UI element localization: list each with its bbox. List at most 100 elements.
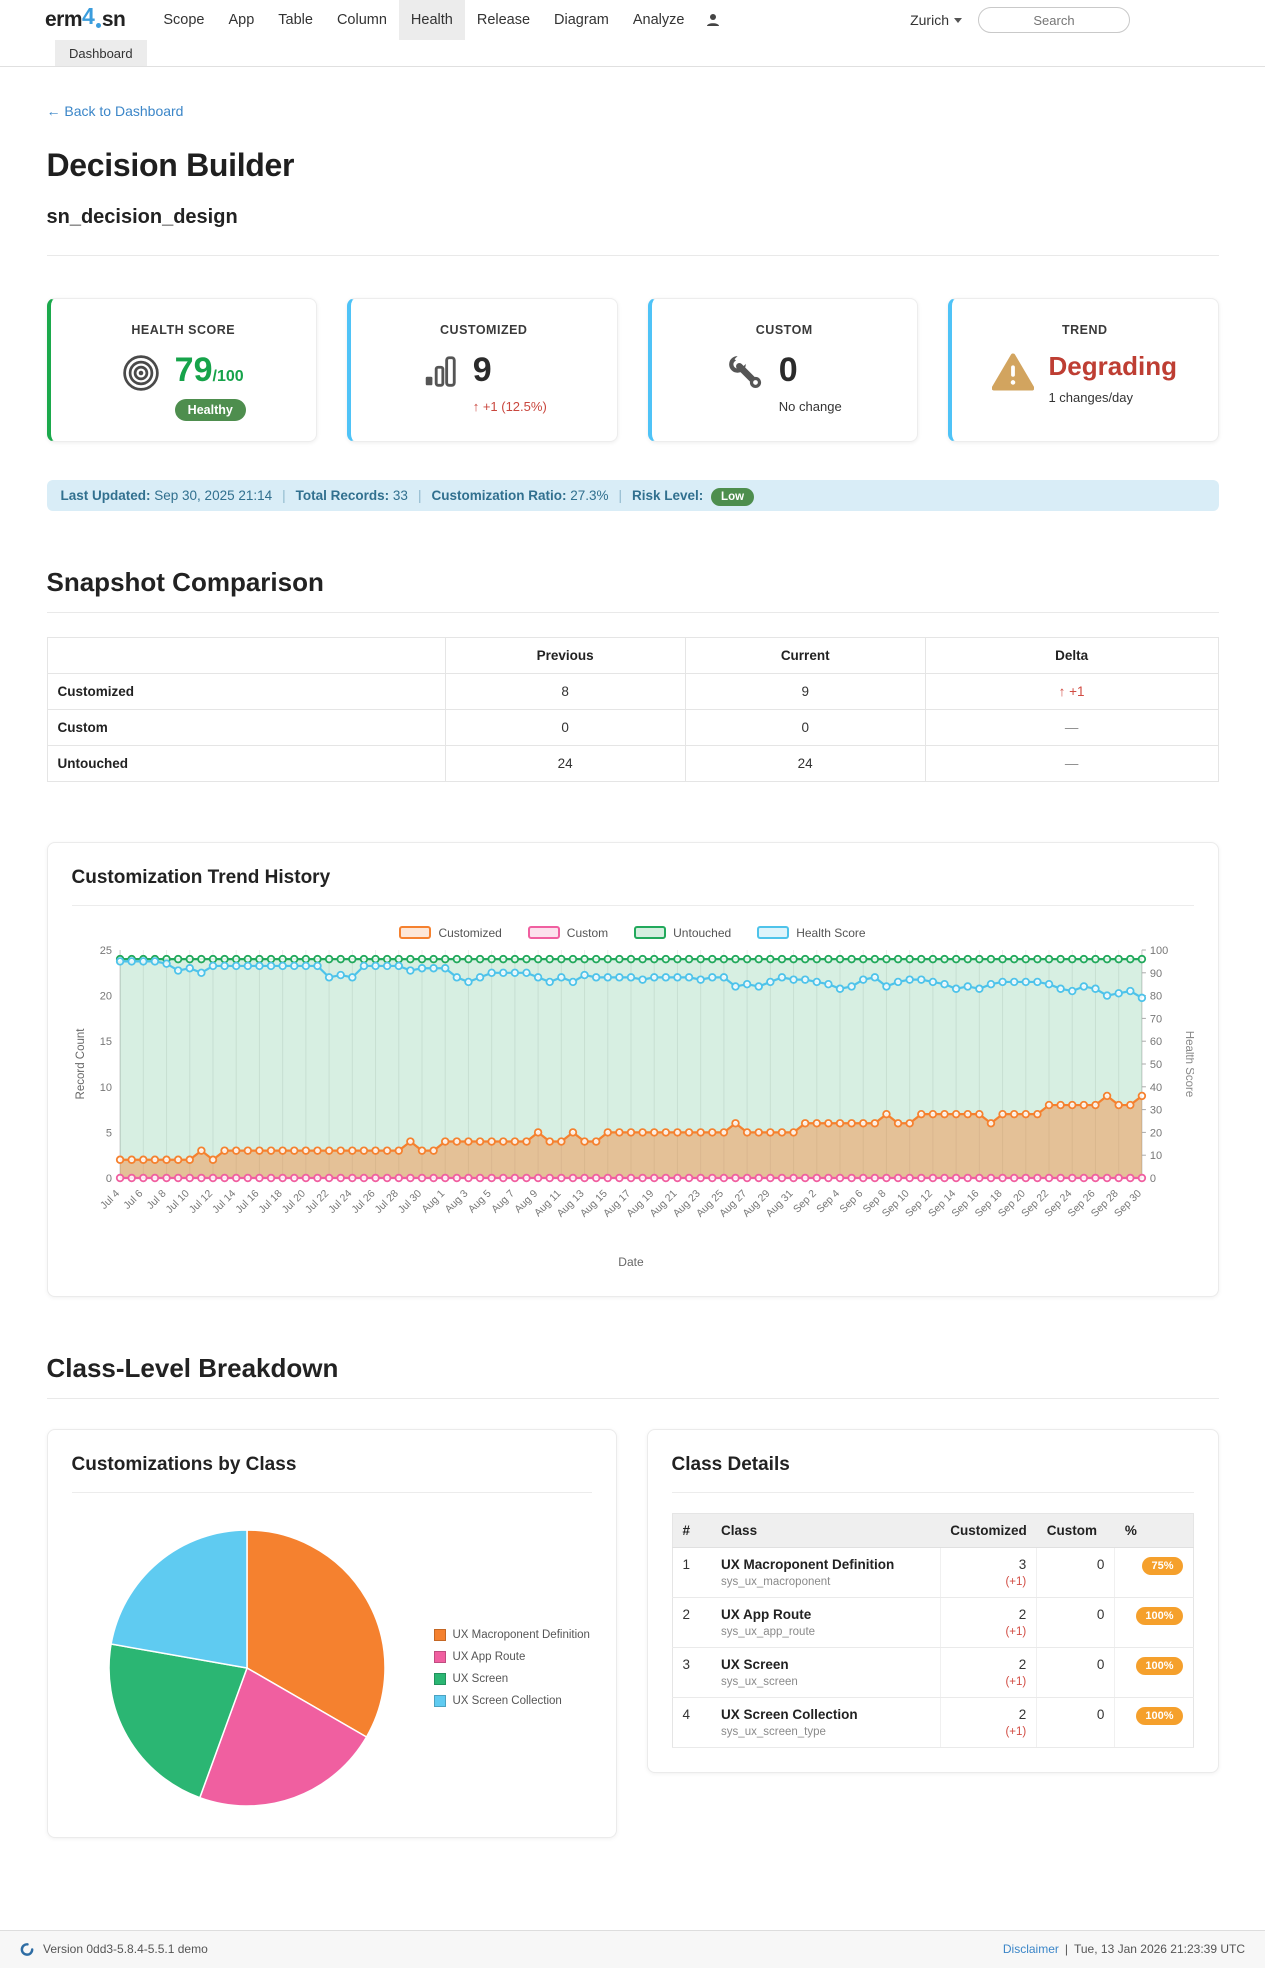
svg-text:Jul 16: Jul 16: [233, 1187, 261, 1215]
customized-count: 2: [1018, 1606, 1027, 1622]
header-spacer: [722, 0, 910, 40]
class-sys-name: sys_ux_macroponent: [721, 1575, 831, 1588]
health-cards-row: HEALTH SCORE 79/100 Healthy CUSTOMIZED 9 ↑ +1…: [46, 298, 1219, 442]
svg-text:Jul 30: Jul 30: [395, 1187, 423, 1215]
svg-text:Aug 7: Aug 7: [489, 1187, 517, 1215]
customizations-by-class-card: Customizations by Class UX Macroponent D…: [46, 1428, 617, 1838]
details-table-header: # Class Customized Custom%: [672, 1513, 1193, 1548]
breakdown-cards-row: Customizations by Class UX Macroponent D…: [46, 1428, 1219, 1838]
tab-dashboard[interactable]: Dashboard: [55, 40, 147, 66]
info-item-value: Sep 30, 2025 21:14: [154, 487, 273, 503]
disclaimer-link[interactable]: Disclaimer: [1003, 1942, 1059, 1956]
snapshot-comparison-table: Previous Current Delta Customized 8 9 ↑ +1 Cus…: [46, 636, 1219, 782]
info-item-value: 33: [392, 487, 408, 503]
svg-text:Sep 6: Sep 6: [837, 1187, 865, 1215]
info-item-value: 27.3%: [570, 487, 609, 503]
details-customized-cell: 2 (+1): [939, 1647, 1037, 1698]
svg-text:90: 90: [1149, 967, 1161, 979]
svg-text:Jul 18: Jul 18: [256, 1187, 284, 1215]
app-logo[interactable]: erm 4 sn: [45, 0, 126, 40]
class-details-table: # Class Customized Custom% 1 UX Macroponent …: [671, 1512, 1194, 1748]
svg-text:Jul 22: Jul 22: [302, 1187, 330, 1215]
svg-text:5: 5: [105, 1127, 111, 1139]
pie-legend-swatch: [433, 1672, 446, 1685]
details-col-header: %: [1114, 1513, 1193, 1548]
card-label: CUSTOM: [755, 323, 813, 337]
details-row-number: 3: [672, 1647, 712, 1698]
details-row-number: 1: [672, 1547, 712, 1598]
trend-panel-rule: [71, 904, 1194, 906]
customized-change: (+1): [1005, 1625, 1027, 1638]
page-footer: Version 0dd3-5.8.4-5.5.1 demo Disclaimer…: [0, 1929, 1265, 1968]
snapshot-current-value: 0: [684, 708, 926, 746]
snapshot-delta-value: —: [924, 744, 1219, 782]
legend-item-customized: Customized: [399, 926, 502, 940]
page-title: Decision Builder: [46, 147, 295, 183]
legend-label: Untouched: [673, 925, 732, 940]
card-subtext: ↑ +1 (12.5%): [472, 398, 547, 414]
nav-item-analyze[interactable]: Analyze: [621, 0, 697, 40]
details-class-cell: UX Screen Collection sys_ux_screen_type: [711, 1697, 941, 1748]
page-subtitle: sn_decision_design: [46, 206, 238, 228]
region-dropdown[interactable]: Zurich: [910, 0, 962, 40]
user-icon[interactable]: [704, 0, 722, 40]
svg-text:Jul 20: Jul 20: [279, 1187, 307, 1215]
details-row-number: 2: [672, 1597, 712, 1648]
svg-text:Jul 24: Jul 24: [326, 1187, 354, 1215]
nav-item-column[interactable]: Column: [325, 0, 399, 40]
class-sys-name: sys_ux_screen: [721, 1675, 798, 1688]
warning-icon: [992, 353, 1035, 405]
back-to-dashboard-link[interactable]: ← Back to Dashboard: [47, 103, 184, 119]
version-icon: [20, 1942, 34, 1956]
pie-legend-item-ux-screen: UX Screen: [433, 1672, 590, 1685]
legend-label: Health Score: [796, 925, 866, 940]
snapshot-row-label: Untouched: [46, 744, 446, 782]
pie-legend-swatch: [433, 1694, 446, 1707]
pie-legend-label: UX Screen Collection: [452, 1694, 562, 1707]
svg-text:80: 80: [1149, 990, 1161, 1002]
svg-text:Jul 14: Jul 14: [209, 1187, 237, 1215]
info-item-label: Risk Level:: [632, 487, 708, 503]
nav-item-diagram[interactable]: Diagram: [542, 0, 621, 40]
nav-item-table[interactable]: Table: [266, 0, 325, 40]
nav-item-app[interactable]: App: [216, 0, 266, 40]
pie-chart: [107, 1528, 386, 1807]
svg-text:0: 0: [1149, 1173, 1155, 1185]
details-pct-cell: 100%: [1114, 1697, 1193, 1748]
card-main: 0 No change: [666, 351, 904, 414]
pie-legend-label: UX App Route: [452, 1650, 526, 1663]
details-pct-cell: 100%: [1114, 1597, 1193, 1648]
details-pct-cell: 100%: [1114, 1647, 1193, 1698]
table-row: Custom 0 0—: [46, 708, 1219, 746]
svg-text:Aug 5: Aug 5: [465, 1187, 493, 1215]
nav-item-release[interactable]: Release: [465, 0, 542, 40]
customized-change: (+1): [1005, 1725, 1027, 1738]
nav-item-health[interactable]: Health: [398, 0, 465, 40]
search-input[interactable]: [978, 7, 1130, 33]
snapshot-section-title: Snapshot Comparison: [46, 566, 324, 597]
snapshot-delta-value: —: [924, 708, 1219, 746]
legend-swatch: [757, 926, 790, 940]
page-content: ← Back to Dashboard Decision Builder sn_…: [46, 67, 1219, 1838]
status-badge: Healthy: [174, 398, 246, 421]
svg-text:50: 50: [1149, 1059, 1161, 1071]
card-value: Degrading: [1048, 351, 1178, 381]
svg-text:10: 10: [99, 1081, 111, 1093]
pie-legend-item-ux-macroponent-definition: UX Macroponent Definition: [433, 1628, 590, 1641]
card-label: HEALTH SCORE: [131, 323, 236, 337]
trend-chart-legend: Customized Custom Untouched Health Score: [72, 926, 1194, 940]
snapshot-previous-value: 0: [444, 708, 686, 746]
card-label: CUSTOMIZED: [440, 323, 528, 337]
details-row-number: 4: [672, 1697, 712, 1748]
table-row: 1 UX Macroponent Definition sys_ux_macropo…: [672, 1547, 1193, 1598]
details-custom-cell: 0: [1036, 1597, 1115, 1648]
legend-swatch: [527, 926, 560, 940]
nav-item-scope[interactable]: Scope: [151, 0, 216, 40]
info-item-risk-level-: Risk Level: Low: [632, 487, 755, 506]
class-name: UX App Route: [721, 1606, 812, 1622]
customized-count: 3: [1018, 1556, 1027, 1572]
details-class-cell: UX Screen sys_ux_screen: [711, 1647, 941, 1698]
snapshot-current-value: 9: [684, 672, 926, 710]
details-customized-cell: 2 (+1): [939, 1597, 1037, 1648]
logo-text-sn: sn: [101, 8, 126, 31]
